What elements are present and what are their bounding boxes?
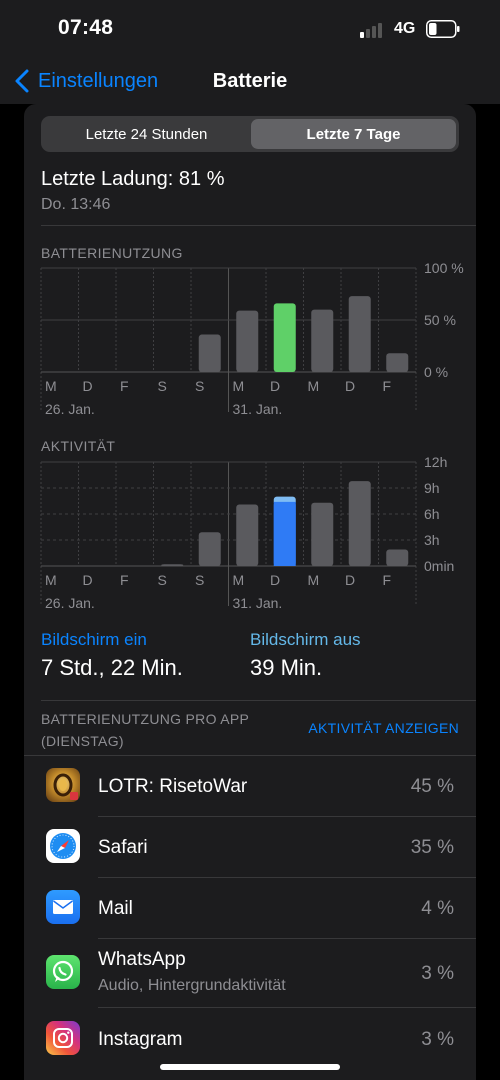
status-time: 07:48	[58, 16, 114, 39]
app-row-whatsapp[interactable]: WhatsApp Audio, Hintergrundaktivität 3 %	[24, 939, 476, 1008]
app-percent: 4 %	[421, 898, 454, 919]
x-tick-label: D	[345, 378, 355, 394]
status-bar: 07:48 4G	[0, 0, 500, 58]
x-tick-label: D	[345, 572, 355, 588]
app-row-safari[interactable]: Safari 35 %	[24, 817, 476, 878]
activity-chart-title: AKTIVITÄT	[41, 438, 116, 454]
x-tick-label: F	[120, 378, 129, 394]
y-tick-label: 0min	[424, 558, 454, 574]
app-row-mail[interactable]: Mail 4 %	[24, 878, 476, 939]
screen-on-label: Bildschirm ein	[41, 630, 147, 649]
battery-card: Letzte 24 Stunden Letzte 7 Tage Letzte L…	[24, 104, 476, 1080]
chart-bar	[236, 310, 259, 372]
x-tick-label: S	[158, 572, 167, 588]
last-charge-time: Do. 13:46	[41, 196, 111, 213]
back-button[interactable]: Einstellungen	[12, 66, 158, 96]
x-tick-label: D	[270, 378, 280, 394]
screen-on-value: 7 Std., 22 Min.	[41, 655, 183, 680]
chart-bar	[348, 296, 371, 372]
x-tick-label: M	[233, 572, 245, 588]
instagram-app-icon	[46, 1021, 80, 1055]
app-row-lotr[interactable]: LOTR: RisetoWar 45 %	[24, 756, 476, 817]
x-tick-label: F	[383, 378, 392, 394]
segment-last-24-hours[interactable]: Letzte 24 Stunden	[44, 119, 249, 149]
chart-bar	[236, 504, 259, 566]
lotr-app-icon	[46, 768, 80, 802]
app-percent: 45 %	[410, 776, 454, 797]
app-percent: 35 %	[410, 837, 454, 858]
app-percent: 3 %	[421, 963, 454, 984]
date-label: 31. Jan.	[233, 401, 283, 417]
mail-app-icon	[46, 890, 80, 924]
time-range-segmented-control: Letzte 24 Stunden Letzte 7 Tage	[41, 116, 459, 152]
app-row-instagram[interactable]: Instagram 3 %	[24, 1008, 476, 1069]
x-tick-label: D	[83, 378, 93, 394]
y-tick-label: 100 %	[424, 260, 464, 276]
x-tick-label: S	[195, 378, 204, 394]
y-tick-label: 0 %	[424, 364, 448, 380]
screen-off-value: 39 Min.	[250, 655, 323, 680]
app-name: Instagram	[98, 1029, 183, 1050]
battery-usage-chart: 100 % 50 % 0 % M 26. Jan. D F S S M 31. Jan. D M D F	[40, 260, 464, 417]
x-tick-label: F	[383, 572, 392, 588]
app-name: WhatsApp	[98, 949, 186, 970]
usage-chart-title: BATTERIENUTZUNG	[41, 245, 183, 261]
chart-bar	[198, 532, 221, 566]
y-tick-label: 9h	[424, 480, 440, 496]
chart-bar	[348, 481, 371, 566]
y-tick-label: 6h	[424, 506, 440, 522]
chevron-left-icon	[15, 69, 29, 93]
x-tick-label: M	[45, 572, 57, 588]
navigation-bar: Einstellungen Batterie	[0, 58, 500, 104]
app-subtitle: Audio, Hintergrundaktivität	[98, 977, 286, 994]
safari-app-icon	[46, 829, 80, 863]
last-charge-label: Letzte Ladung: 81 %	[41, 168, 225, 190]
chart-bar	[198, 334, 221, 372]
app-name: Safari	[98, 837, 148, 858]
home-indicator[interactable]	[160, 1064, 340, 1070]
x-tick-label: M	[308, 378, 320, 394]
y-tick-label: 12h	[424, 454, 447, 470]
x-tick-label: M	[233, 378, 245, 394]
whatsapp-app-icon	[46, 955, 80, 989]
back-label: Einstellungen	[38, 69, 159, 92]
divider	[41, 225, 476, 226]
date-label: 26. Jan.	[45, 401, 95, 417]
date-label: 31. Jan.	[233, 595, 283, 611]
y-tick-label: 3h	[424, 532, 440, 548]
screen-off-label: Bildschirm aus	[250, 630, 361, 649]
app-name: Mail	[98, 898, 133, 919]
chart-bar	[273, 303, 296, 372]
chart-bar	[273, 501, 296, 566]
x-tick-label: M	[45, 378, 57, 394]
y-tick-label: 50 %	[424, 312, 456, 328]
x-tick-label: S	[158, 378, 167, 394]
x-tick-label: M	[308, 572, 320, 588]
x-tick-label: S	[195, 572, 204, 588]
x-tick-label: F	[120, 572, 129, 588]
app-name: LOTR: RisetoWar	[98, 776, 248, 797]
segment-last-7-days[interactable]: Letzte 7 Tage	[251, 119, 456, 149]
chart-bar	[311, 309, 334, 372]
chart-bar	[161, 564, 184, 566]
x-tick-label: D	[83, 572, 93, 588]
activity-chart: 12h 9h 6h 3h 0min M 26. Jan. D F S S M 31. Jan. D M D F	[40, 454, 454, 611]
cellular-signal-icon	[360, 22, 386, 38]
chart-bar	[386, 353, 409, 372]
divider	[41, 700, 476, 701]
app-percent: 3 %	[421, 1029, 454, 1050]
battery-icon	[426, 20, 460, 38]
chart-bar	[386, 549, 409, 566]
apps-section-header: BATTERIENUTZUNG PRO APP (DIENSTAG)	[41, 711, 249, 749]
network-type: 4G	[394, 20, 416, 37]
x-tick-label: D	[270, 572, 280, 588]
date-label: 26. Jan.	[45, 595, 95, 611]
show-activity-link[interactable]: AKTIVITÄT ANZEIGEN	[308, 720, 459, 736]
chart-bar	[311, 502, 334, 566]
